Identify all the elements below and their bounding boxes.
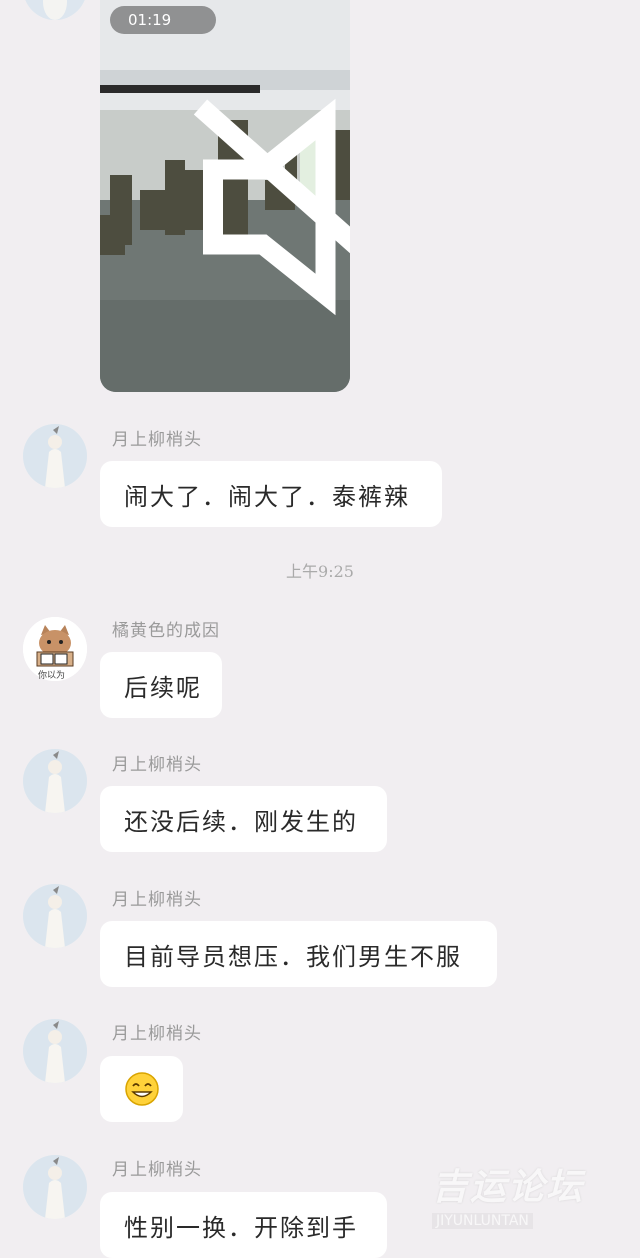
message-bubble[interactable]: 后续呢 (100, 652, 222, 718)
sender-avatar[interactable] (23, 1155, 87, 1219)
avatar-photo-icon (23, 1019, 87, 1083)
sender-name: 月上柳梢头 (112, 890, 202, 910)
message-bubble[interactable]: 闹大了．闹大了．泰裤辣 (100, 461, 442, 527)
watermark-subtitle: JIYUNLUNTAN (432, 1213, 533, 1229)
avatar-photo-icon (23, 749, 87, 813)
timestamp: 上午9:25 (286, 562, 354, 581)
message-bubble[interactable]: 目前导员想压．我们男生不服 (100, 921, 497, 987)
video-message[interactable]: 01:19 (100, 0, 350, 392)
sender-name: 月上柳梢头 (112, 1024, 202, 1044)
message-bubble[interactable]: 性别一换．开除到手 (100, 1192, 387, 1258)
sender-name: 月上柳梢头 (112, 430, 202, 450)
sender-avatar[interactable] (23, 424, 87, 488)
sender-name: 月上柳梢头 (112, 755, 202, 775)
grinning-emoji-icon (124, 1072, 159, 1106)
avatar-photo-icon (23, 1155, 87, 1219)
message-bubble[interactable]: 还没后续．刚发生的 (100, 786, 387, 852)
avatar-photo-icon (23, 424, 87, 488)
message-text: 闹大了．闹大了．泰裤辣 (124, 482, 410, 511)
watermark-logo: 吉运论坛 JIYUNLUNTAN (432, 1158, 632, 1229)
avatar-caption: 你以为 (38, 671, 66, 681)
sender-avatar[interactable] (23, 884, 87, 948)
avatar-photo-icon (23, 884, 87, 948)
avatar-photo-icon (23, 0, 87, 20)
message-text: 后续呢 (124, 673, 202, 702)
watermark-title: 吉运论坛 (432, 1167, 585, 1208)
mute-icon[interactable] (188, 11, 350, 392)
message-text: 还没后续．刚发生的 (124, 807, 358, 836)
message-text: 性别一换．开除到手 (124, 1213, 358, 1242)
message-text: 目前导员想压．我们男生不服 (124, 942, 462, 971)
message-bubble[interactable] (100, 1056, 183, 1122)
sender-avatar[interactable] (23, 1019, 87, 1083)
sender-name: 橘黄色的成因 (112, 621, 220, 641)
sender-name: 月上柳梢头 (112, 1160, 202, 1180)
sender-avatar[interactable] (23, 749, 87, 813)
sender-avatar[interactable] (23, 0, 87, 20)
